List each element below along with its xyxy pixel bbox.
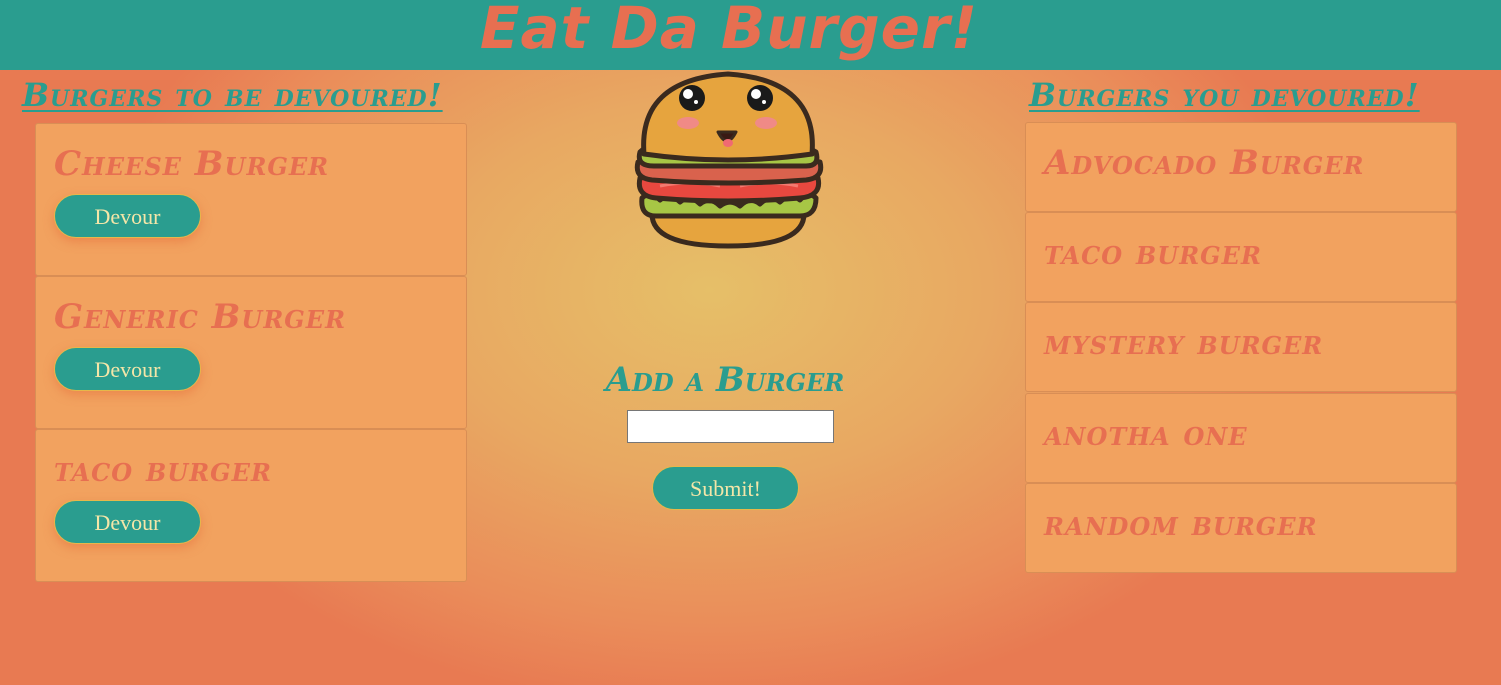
devour-button[interactable]: Devour xyxy=(54,194,201,238)
submit-button[interactable]: Submit! xyxy=(652,466,799,510)
devoured-heading: Burgers you devoured! xyxy=(1029,76,1420,114)
to-devour-heading: Burgers to be devoured! xyxy=(22,76,443,114)
burger-name: mystery burger xyxy=(1044,323,1324,363)
devoured-burger-card: Advocado Burger xyxy=(1025,122,1457,212)
cute-burger-icon xyxy=(630,70,826,250)
burger-name: random burger xyxy=(1044,504,1318,544)
burger-name: taco burger xyxy=(54,450,272,490)
devour-button[interactable]: Devour xyxy=(54,500,201,544)
burger-card: Cheese Burger Devour xyxy=(35,123,467,276)
burger-name: Advocado Burger xyxy=(1044,143,1365,183)
devoured-burger-card: taco burger xyxy=(1025,212,1457,302)
add-burger-title: Add a Burger xyxy=(605,360,845,400)
burger-card: Generic Burger Devour xyxy=(35,276,467,429)
devoured-burger-card: anotha one xyxy=(1025,393,1457,483)
header-bar: Eat Da Burger! xyxy=(0,0,1501,70)
devoured-burger-card: random burger xyxy=(1025,483,1457,573)
burger-name: Cheese Burger xyxy=(54,144,330,184)
burger-name: anotha one xyxy=(1044,414,1248,454)
devoured-burger-card: mystery burger xyxy=(1025,302,1457,392)
burger-name-input[interactable] xyxy=(627,410,834,443)
burger-name: Generic Burger xyxy=(54,297,347,337)
burger-card: taco burger Devour xyxy=(35,429,467,582)
devour-button[interactable]: Devour xyxy=(54,347,201,391)
burger-name: taco burger xyxy=(1044,233,1262,273)
site-title: Eat Da Burger! xyxy=(479,0,979,62)
